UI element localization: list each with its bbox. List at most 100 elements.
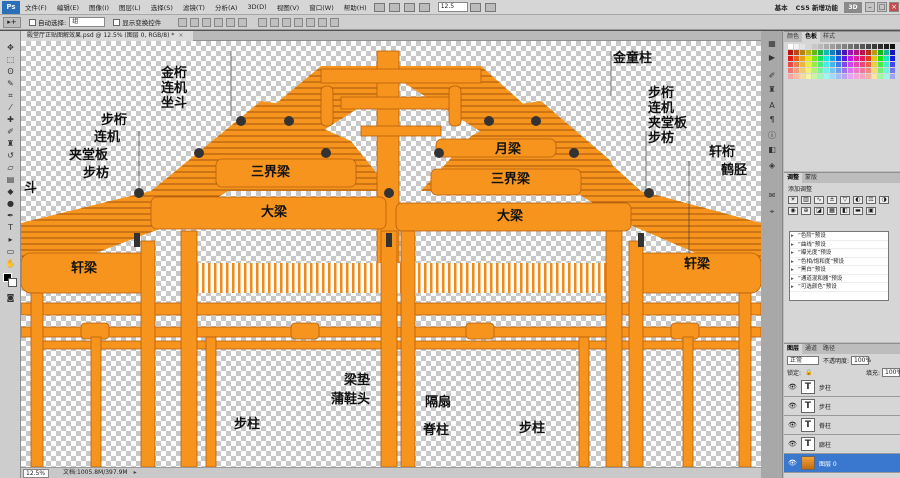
color-swatch[interactable]: [788, 68, 793, 73]
distribute-bottom-icon[interactable]: [282, 17, 292, 27]
color-swatch[interactable]: [794, 50, 799, 55]
color-swatch[interactable]: [842, 44, 847, 49]
color-swatch[interactable]: [854, 44, 859, 49]
pen-tool-icon[interactable]: ✒: [5, 211, 16, 220]
path-select-tool-icon[interactable]: ▸: [5, 235, 16, 244]
brush-panel-icon[interactable]: ✐: [767, 71, 777, 81]
eyedropper-tool-icon[interactable]: ⁄: [5, 103, 16, 112]
eye-icon[interactable]: 👁: [788, 383, 797, 391]
shape-tool-icon[interactable]: ▭: [5, 247, 16, 256]
color-swatch[interactable]: [830, 62, 835, 67]
channel-mixer-icon[interactable]: ⊕: [801, 207, 811, 215]
color-swatch[interactable]: [878, 44, 883, 49]
color-swatch[interactable]: [788, 44, 793, 49]
align-vcenter-icon[interactable]: [190, 17, 200, 27]
maximize-button[interactable]: □: [877, 2, 887, 12]
auto-align-icon[interactable]: [330, 17, 340, 27]
color-swatch[interactable]: [848, 56, 853, 61]
color-swatch[interactable]: [818, 50, 823, 55]
black-white-icon[interactable]: ◑: [879, 196, 889, 204]
color-swatch[interactable]: [842, 74, 847, 79]
color-swatch[interactable]: [872, 74, 877, 79]
color-swatch[interactable]: [824, 44, 829, 49]
color-swatch[interactable]: [884, 44, 889, 49]
healing-brush-tool-icon[interactable]: ✚: [5, 115, 16, 124]
color-swatch[interactable]: [866, 50, 871, 55]
close-button[interactable]: ×: [889, 2, 899, 12]
color-swatch[interactable]: [788, 56, 793, 61]
color-swatch[interactable]: [884, 68, 889, 73]
quick-select-tool-icon[interactable]: ✎: [5, 79, 16, 88]
measure-panel-icon[interactable]: ⌖: [767, 207, 777, 217]
canvas[interactable]: 金桁 连机 坐斗 步桁 连机 夹堂板 步枋 斗 三界梁 大梁 轩梁 金童柱 月梁…: [21, 41, 761, 467]
color-swatch[interactable]: [800, 50, 805, 55]
color-swatch[interactable]: [836, 74, 841, 79]
color-swatch[interactable]: [884, 56, 889, 61]
menu-view[interactable]: 视图(V): [272, 2, 305, 12]
color-swatch[interactable]: [878, 74, 883, 79]
preset-black-white[interactable]: “黑白”预设: [790, 266, 888, 275]
color-swatch[interactable]: [854, 62, 859, 67]
align-hcenter-icon[interactable]: [226, 17, 236, 27]
color-swatch[interactable]: [806, 74, 811, 79]
color-swatch[interactable]: [800, 56, 805, 61]
tab-layers[interactable]: 图层: [784, 344, 803, 354]
curves-icon[interactable]: ∿: [814, 196, 824, 204]
preset-levels[interactable]: “色阶”预设: [790, 232, 888, 241]
document-close-icon[interactable]: ×: [178, 32, 183, 39]
color-swatch[interactable]: [794, 74, 799, 79]
minimize-button[interactable]: –: [865, 2, 875, 12]
vibrance-icon[interactable]: ▽: [840, 196, 850, 204]
lasso-tool-icon[interactable]: ʘ: [5, 67, 16, 76]
color-swatch[interactable]: [812, 56, 817, 61]
notes-panel-icon[interactable]: ✉: [767, 191, 777, 201]
color-swatch[interactable]: [836, 62, 841, 67]
color-swatch[interactable]: [818, 56, 823, 61]
color-swatch[interactable]: [794, 68, 799, 73]
menu-select[interactable]: 选择(S): [146, 2, 178, 12]
color-swatch[interactable]: [842, 68, 847, 73]
color-swatch[interactable]: [788, 50, 793, 55]
color-swatch[interactable]: [806, 44, 811, 49]
color-swatch[interactable]: [890, 74, 895, 79]
workspace-cs5-new[interactable]: CS5 新增功能: [792, 2, 842, 12]
paragraph-panel-icon[interactable]: ¶: [767, 115, 777, 125]
marquee-tool-icon[interactable]: ⬚: [5, 55, 16, 64]
color-swatch[interactable]: [890, 68, 895, 73]
menu-window[interactable]: 窗口(W): [304, 2, 339, 12]
color-swatch[interactable]: [812, 50, 817, 55]
tab-masks[interactable]: 蒙版: [802, 173, 820, 183]
dodge-tool-icon[interactable]: ●: [5, 199, 16, 208]
color-swatch[interactable]: [830, 74, 835, 79]
hand-view-icon[interactable]: [403, 2, 415, 12]
gradient-tool-icon[interactable]: ▤: [5, 175, 16, 184]
color-swatch[interactable]: [878, 50, 883, 55]
workspace-3d-button[interactable]: 3D: [844, 1, 862, 13]
color-swatch[interactable]: [872, 44, 877, 49]
color-swatch[interactable]: [836, 50, 841, 55]
color-swatch[interactable]: [860, 44, 865, 49]
lock-icon[interactable]: 🔒: [805, 369, 812, 376]
align-top-icon[interactable]: [178, 17, 188, 27]
zoom-view-icon[interactable]: [418, 2, 430, 12]
color-swatch[interactable]: [890, 50, 895, 55]
eye-icon[interactable]: 👁: [788, 421, 797, 429]
background-color-swatch[interactable]: [8, 278, 17, 287]
color-swatch[interactable]: [818, 68, 823, 73]
actions-panel-icon[interactable]: ▶: [767, 53, 777, 63]
color-swatch[interactable]: [854, 56, 859, 61]
invert-icon[interactable]: ◪: [814, 207, 824, 215]
color-swatch[interactable]: [824, 50, 829, 55]
color-swatch[interactable]: [872, 56, 877, 61]
color-swatch[interactable]: [806, 62, 811, 67]
color-swatch[interactable]: [800, 62, 805, 67]
show-transform-checkbox[interactable]: [113, 18, 121, 26]
color-swatch[interactable]: [848, 68, 853, 73]
color-swatch[interactable]: [824, 62, 829, 67]
color-swatch[interactable]: [860, 50, 865, 55]
selective-color-icon[interactable]: ▣: [866, 207, 876, 215]
blur-tool-icon[interactable]: ◆: [5, 187, 16, 196]
color-swatch[interactable]: [860, 62, 865, 67]
crop-tool-icon[interactable]: ⌗: [5, 91, 16, 100]
color-swatch[interactable]: [830, 56, 835, 61]
